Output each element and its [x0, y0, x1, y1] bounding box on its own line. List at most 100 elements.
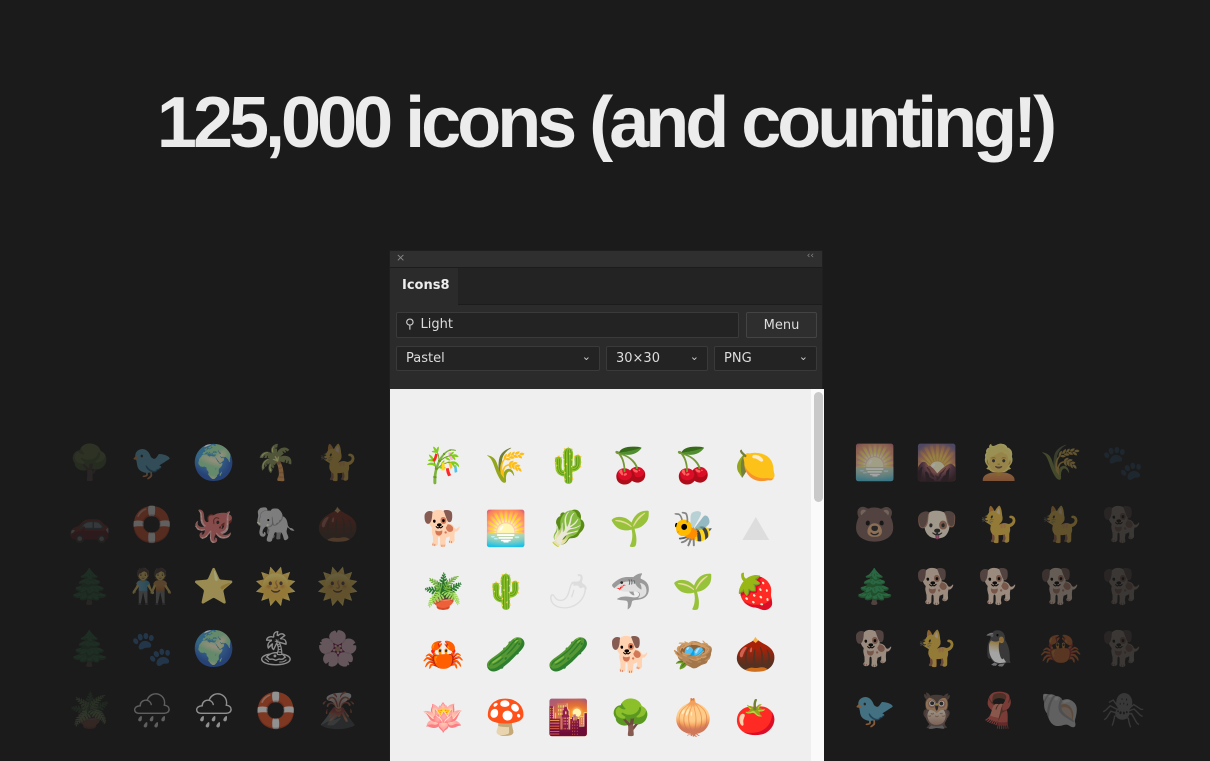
showcase-icon: 🌞 [316, 567, 360, 607]
search-value: Light [420, 317, 453, 332]
showcase-icon: 🦉 [915, 691, 959, 731]
cherries-icon[interactable]: 🍒 [662, 434, 725, 497]
showcase-icon: 🌄 [915, 443, 959, 483]
size-select[interactable]: 30×30 ⌄ [606, 346, 708, 371]
showcase-icon: 🌍 [192, 629, 236, 669]
headline: 125,000 icons (and counting!) [156, 83, 1057, 163]
showcase-icon: ⭐ [192, 567, 236, 607]
showcase-icon: 🌲 [853, 567, 897, 607]
showcase-icon: 🐈 [1039, 505, 1083, 545]
showcase-icon: 🐕 [1101, 629, 1145, 669]
showcase-icon: 🐚 [1039, 691, 1083, 731]
tomato-icon[interactable]: 🍅 [725, 686, 788, 749]
nest-icon[interactable]: 🪺 [662, 623, 725, 686]
showcase-icon: 🌲 [68, 629, 112, 669]
showcase-icon: 🌾 [1039, 443, 1083, 483]
scrollbar[interactable] [811, 389, 824, 761]
shark-icon[interactable]: 🦈 [600, 560, 663, 623]
showcase-icon: 🌧 [192, 691, 236, 731]
showcase-icon: 🌞 [254, 567, 298, 607]
showcase-icon: 🐶 [915, 505, 959, 545]
showcase-icon: 🐦 [853, 691, 897, 731]
showcase-icon: 👱 [977, 443, 1021, 483]
mushrooms-icon[interactable]: 🍄 [475, 686, 538, 749]
lemon-icon[interactable]: 🍋 [725, 434, 788, 497]
scrollbar-thumb[interactable] [814, 392, 823, 502]
bamboo-icon[interactable]: 🎋 [412, 434, 475, 497]
showcase-icon: 🛟 [254, 691, 298, 731]
menu-button[interactable]: Menu [746, 312, 817, 338]
showcase-icon: 🐕 [915, 567, 959, 607]
showcase-icon: 🐕 [977, 567, 1021, 607]
sunset-icon[interactable]: 🌇 [537, 686, 600, 749]
tab-bar: Icons8 [390, 268, 822, 305]
strawberry-icon[interactable]: 🍓 [725, 560, 788, 623]
showcase-icon: 🌧 [130, 691, 174, 731]
showcase-icon: 🏝 [254, 629, 298, 669]
showcase-icon: 🐙 [192, 505, 236, 545]
showcase-icon: 🐘 [254, 505, 298, 545]
search-icon: ⚲ [405, 317, 415, 332]
close-icon[interactable]: × [396, 251, 405, 264]
format-select[interactable]: PNG ⌄ [714, 346, 817, 371]
sprout-icon[interactable]: 🌱 [662, 560, 725, 623]
panel-titlebar: × ‹‹ [390, 251, 822, 268]
showcase-icon: 🚗 [68, 505, 112, 545]
showcase-icon: 🐈 [977, 505, 1021, 545]
showcase-icon: 🐕 [1101, 505, 1145, 545]
size-select-value: 30×30 [616, 351, 660, 366]
cactus-icon[interactable]: 🌵 [537, 434, 600, 497]
chevron-down-icon: ⌄ [798, 350, 808, 363]
showcase-icon: 🕷 [1101, 691, 1145, 731]
showcase-icon: 🐕 [853, 629, 897, 669]
cucumbers-icon[interactable]: 🥒 [537, 623, 600, 686]
format-select-value: PNG [724, 351, 752, 366]
potted-plant-icon[interactable]: 🪴 [412, 560, 475, 623]
icon-results: 🎋 🌾 🌵 🍒 🍒 🍋 🐕 🌅 🥬 🌱 🐝 ⛰ 🪴 🌵 🌶 🦈 🌱 🍓 🦀 🥒 🥒 🐕 🪺 🌰 🪷 🍄 🌇 🌳 🧅 🍅 [390, 389, 824, 761]
showcase-icon: 🧑‍🤝‍🧑 [130, 567, 174, 607]
hand-plant-icon[interactable]: 🌱 [600, 497, 663, 560]
crab-icon[interactable]: 🦀 [412, 623, 475, 686]
showcase-icon: 🐕 [1101, 567, 1145, 607]
cactus-pot-icon[interactable]: 🌵 [475, 560, 538, 623]
search-input[interactable]: ⚲ Light [396, 312, 739, 338]
style-select-value: Pastel [406, 351, 445, 366]
showcase-icon: 🐾 [1101, 443, 1145, 483]
dog-icon[interactable]: 🐕 [412, 497, 475, 560]
radish-icon[interactable]: 🌶 [537, 560, 600, 623]
showcase-icon: 🌸 [316, 629, 360, 669]
style-select[interactable]: Pastel ⌄ [396, 346, 600, 371]
showcase-icon: 🧣 [977, 691, 1021, 731]
cherry-icon[interactable]: 🍒 [600, 434, 663, 497]
chevron-down-icon: ⌄ [581, 350, 591, 363]
dog-2-icon[interactable]: 🐕 [600, 623, 663, 686]
showcase-icon: 🌍 [192, 443, 236, 483]
showcase-icon: 🐾 [130, 629, 174, 669]
chevron-down-icon: ⌄ [689, 350, 699, 363]
showcase-icon: 🐧 [977, 629, 1021, 669]
icons8-panel: × ‹‹ Icons8 ⚲ Light Menu Pastel ⌄ 30×30 ⌄ P… [389, 250, 824, 761]
right-icon-showcase: 🌅 🌄 👱 🌾 🐾 🐻 🐶 🐈 🐈 🐕 🌲 🐕 🐕 🐕 🐕 🐕 🐈 🐧 🦀 🐕 🐦 🦉 🧣 🐚 🕷 [844, 432, 1154, 742]
showcase-icon: 🛟 [130, 505, 174, 545]
lettuce-icon[interactable]: 🥬 [537, 497, 600, 560]
cucumber-icon[interactable]: 🥒 [475, 623, 538, 686]
onion-icon[interactable]: 🧅 [662, 686, 725, 749]
showcase-icon: 🌅 [853, 443, 897, 483]
showcase-icon: 🐻 [853, 505, 897, 545]
sunrise-icon[interactable]: 🌅 [475, 497, 538, 560]
showcase-icon: 🐦 [130, 443, 174, 483]
lotus-icon[interactable]: 🪷 [412, 686, 475, 749]
mountain-icon[interactable]: ⛰ [725, 497, 788, 560]
tree-icon[interactable]: 🌳 [600, 686, 663, 749]
showcase-icon: 🦀 [1039, 629, 1083, 669]
showcase-icon: 🪴 [68, 691, 112, 731]
showcase-icon: 🌲 [68, 567, 112, 607]
tab-icons8[interactable]: Icons8 [390, 268, 458, 305]
showcase-icon: 🐈 [316, 443, 360, 483]
acorn-icon[interactable]: 🌰 [725, 623, 788, 686]
showcase-icon: 🌰 [316, 505, 360, 545]
grass-icon[interactable]: 🌾 [475, 434, 538, 497]
showcase-icon: 🌴 [254, 443, 298, 483]
collapse-icon[interactable]: ‹‹ [807, 251, 814, 261]
beehive-icon[interactable]: 🐝 [662, 497, 725, 560]
